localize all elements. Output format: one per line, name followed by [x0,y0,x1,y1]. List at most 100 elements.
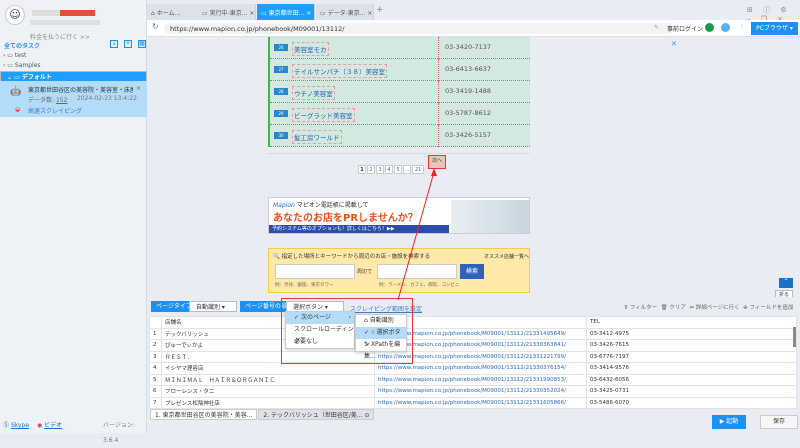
more-icon[interactable]: ⋮ [739,23,745,30]
username-blurred [32,10,62,16]
page-link[interactable]: 2 [367,165,375,174]
new-task-icon[interactable]: + [124,40,132,48]
shop-name-link[interactable]: ウチノ美容室 [292,86,335,100]
url-cell[interactable]: https://www.mapion.co.jp/phonebook/M0900… [374,373,587,386]
address-bar: ↻ https://www.mapion.co.jp/phonebook/M09… [147,20,800,37]
user-icon[interactable] [721,23,730,32]
next-page-menu: ✓ 次のページ › スクロールローディング 必要なし [285,311,355,349]
toolbar: ⊽ フィルター 🗑 クリア ⇔ 詳細ページに行く ⊕ フィールドを追加 [624,303,793,311]
shop-name-cell: フローレンス・タニ [161,385,375,398]
folder-test[interactable]: › ▭ test [0,51,147,61]
divider [438,37,439,59]
column-header[interactable]: TEL [586,316,797,329]
detail-page-button[interactable]: ⇔ 詳細ページに行く [689,305,739,311]
table-row[interactable]: 2 ぴゅーでぃかよ https://www.mapion.co.jp/phonebo… [149,339,797,352]
divider [438,59,439,81]
next-page-button[interactable]: 次へ [428,155,446,169]
clear-button[interactable]: 🗑 クリア [661,305,686,311]
new-tab-icon[interactable]: + [376,5,384,15]
shop-name-link[interactable]: ビーグラッド美容室 [292,108,355,122]
pay-link[interactable]: 料金を払うに行く >> [30,32,90,41]
table-row[interactable]: 6 フローレンス・タニ https://www.mapion.co.jp/phone… [149,385,797,398]
video-icon[interactable]: ◉ [37,422,42,429]
shop-row: 30 髪工房ワールド 03-3426-5157 [270,125,530,147]
tab-active[interactable]: ▭ 東京都世田... × [257,4,315,20]
shop-name-link[interactable]: 美容室モカ [292,42,329,56]
bottom-tab[interactable]: 2. テックバリッシュ（世田谷区/美... ⊙ [258,409,375,420]
page-link[interactable]: 21 [412,165,424,174]
table-row[interactable]: 4 イシヤマ理容店 https://www.mapion.co.jp/phonebo… [149,362,797,375]
table-row[interactable]: 1 テックバリッシュ https://www.mapion.co.jp/phoneb… [149,327,797,340]
filter-button[interactable]: ⊽ フィルター [624,305,657,311]
sidebar-footer: Ⓢ Skype ◉ ビデオ バージョン: 3.6.4 [0,418,147,444]
shop-row: 28 ウチノ美容室 03-3419-1488 [270,81,530,103]
shop-row: 27 テイルサンパチ（３８）美容室 03-6413-6637 [270,59,530,81]
video-link[interactable]: ビデオ [44,422,62,429]
page-link[interactable]: 4 [385,165,393,174]
shop-tel: 03-5787-8612 [445,109,492,117]
filter-label: フィルター [629,305,658,311]
import-icon[interactable]: ↓ [110,40,118,48]
divider [438,81,439,103]
search-button[interactable]: 検索 [460,264,484,279]
url-cell[interactable]: https://www.mapion.co.jp/phonebook/M0900… [374,385,587,398]
table-row[interactable]: 3 ＲＥＳＴ． https://www.mapion.co.jp/phonebook… [149,350,797,363]
page-link[interactable]: 5 [394,165,402,174]
browser-tabs: ⌂ ホーム... ▭ 実行中-東京... × ▭ 東京都世田... × ▭ デー… [147,0,800,23]
grid-icon[interactable]: ▦ [138,40,146,48]
table-row[interactable]: 5 ＭＩＮＩＭＡＬ ＨＡＩＲ＆ＯＲＧＡＮＩＣ https://www.mapion.… [149,373,797,386]
url-cell[interactable]: https://www.mapion.co.jp/phonebook/M0900… [374,396,587,409]
place-input[interactable] [275,264,355,279]
pre-login-button[interactable]: 事前ログイン [667,24,703,33]
url-input[interactable]: https://www.mapion.co.jp/phonebook/M0900… [164,23,674,34]
reload-icon[interactable]: ↻ [152,22,159,31]
page-link[interactable]: 1 [358,165,366,174]
page-link[interactable]: 3 [376,165,384,174]
page-type-select[interactable]: 自動識別 ▾ [189,301,237,312]
save-button[interactable]: 保存 [760,415,798,429]
tab-running[interactable]: ▭ 実行中-東京... × [198,4,256,20]
menu-item-select-button[interactable]: ✓ ☝ 選択ボタン [356,327,406,348]
pc-browser-button[interactable]: PCブラウザ ▾ [751,22,798,35]
recommended-list-link[interactable]: オススメ店舗一覧へ [484,253,529,260]
page-link[interactable]: ... [403,165,411,174]
ad-banner[interactable]: Mapion マピオン電話帳に掲載して あなたのお店をPRしませんか？ 予約シス… [268,197,530,234]
scrollbar[interactable] [793,327,796,347]
data-count[interactable]: 152 [56,97,67,104]
shop-tel: 03-3426-5157 [445,131,492,139]
data-table: 店舗名 TEL 1 テックバリッシュ https://www.mapion.co.j… [149,316,797,409]
tab-home[interactable]: ⌂ ホーム... [147,4,205,20]
edit-icon[interactable]: ✎ [654,24,659,31]
menu-item-scroll-loading[interactable]: スクロールローディング [286,324,354,345]
skype-link[interactable]: Skype [11,422,29,429]
start-button[interactable]: ▶ 起動 [712,415,746,429]
close-icon[interactable]: × [136,85,141,92]
add-field-label: フィールドを追加 [749,305,794,311]
menu-item-auto[interactable]: ⌂ 自動識別 [356,315,406,327]
menu-item-not-needed[interactable]: 必要なし [286,336,354,348]
menu-item-edit-xpath[interactable]: ✎ XPathを編集... [356,339,406,360]
shop-name-link[interactable]: テイルサンパチ（３８）美容室 [292,64,387,78]
ad-close-icon[interactable]: ✕ [671,40,677,48]
account-blurred [30,20,100,25]
menu-item-next-page[interactable]: ✓ 次のページ › [286,312,354,324]
tab-data[interactable]: ▭ データ-東京... × [316,4,374,20]
avatar[interactable]: ☺ [5,5,25,25]
tab-label: 実行中-東京... [209,10,248,17]
task-item[interactable]: 🤖 東京都世田谷区の美容院・美容室・床屋一... × データ数: 152 202… [0,81,147,117]
keyword-input[interactable] [377,264,457,279]
shop-name-link[interactable]: 髪工房ワールド [292,130,342,144]
row-index: 4 [149,362,162,375]
folder-samples[interactable]: › ▭ Samples [0,61,147,71]
url-cell[interactable]: https://www.mapion.co.jp/phonebook/M0900… [374,362,587,375]
divider [438,125,439,147]
add-field-button[interactable]: ⊕ フィールドを追加 [743,305,793,311]
skype-icon[interactable]: Ⓢ [3,422,9,429]
scroll-up-icon[interactable]: ⌃ [779,278,793,288]
table-row[interactable]: 7 プレゼンス松陰神社店 https://www.mapion.co.jp/phon… [149,396,797,409]
banner-line1: マピオン電話帳に掲載して [296,202,369,209]
all-tasks-label[interactable]: 全てのタスク [4,41,40,50]
bottom-tab[interactable]: 1. 東京都世田谷区の美容院・美容... [150,409,258,420]
shop-tel: 03-3419-1488 [445,87,492,95]
extension-icon[interactable] [705,23,714,32]
